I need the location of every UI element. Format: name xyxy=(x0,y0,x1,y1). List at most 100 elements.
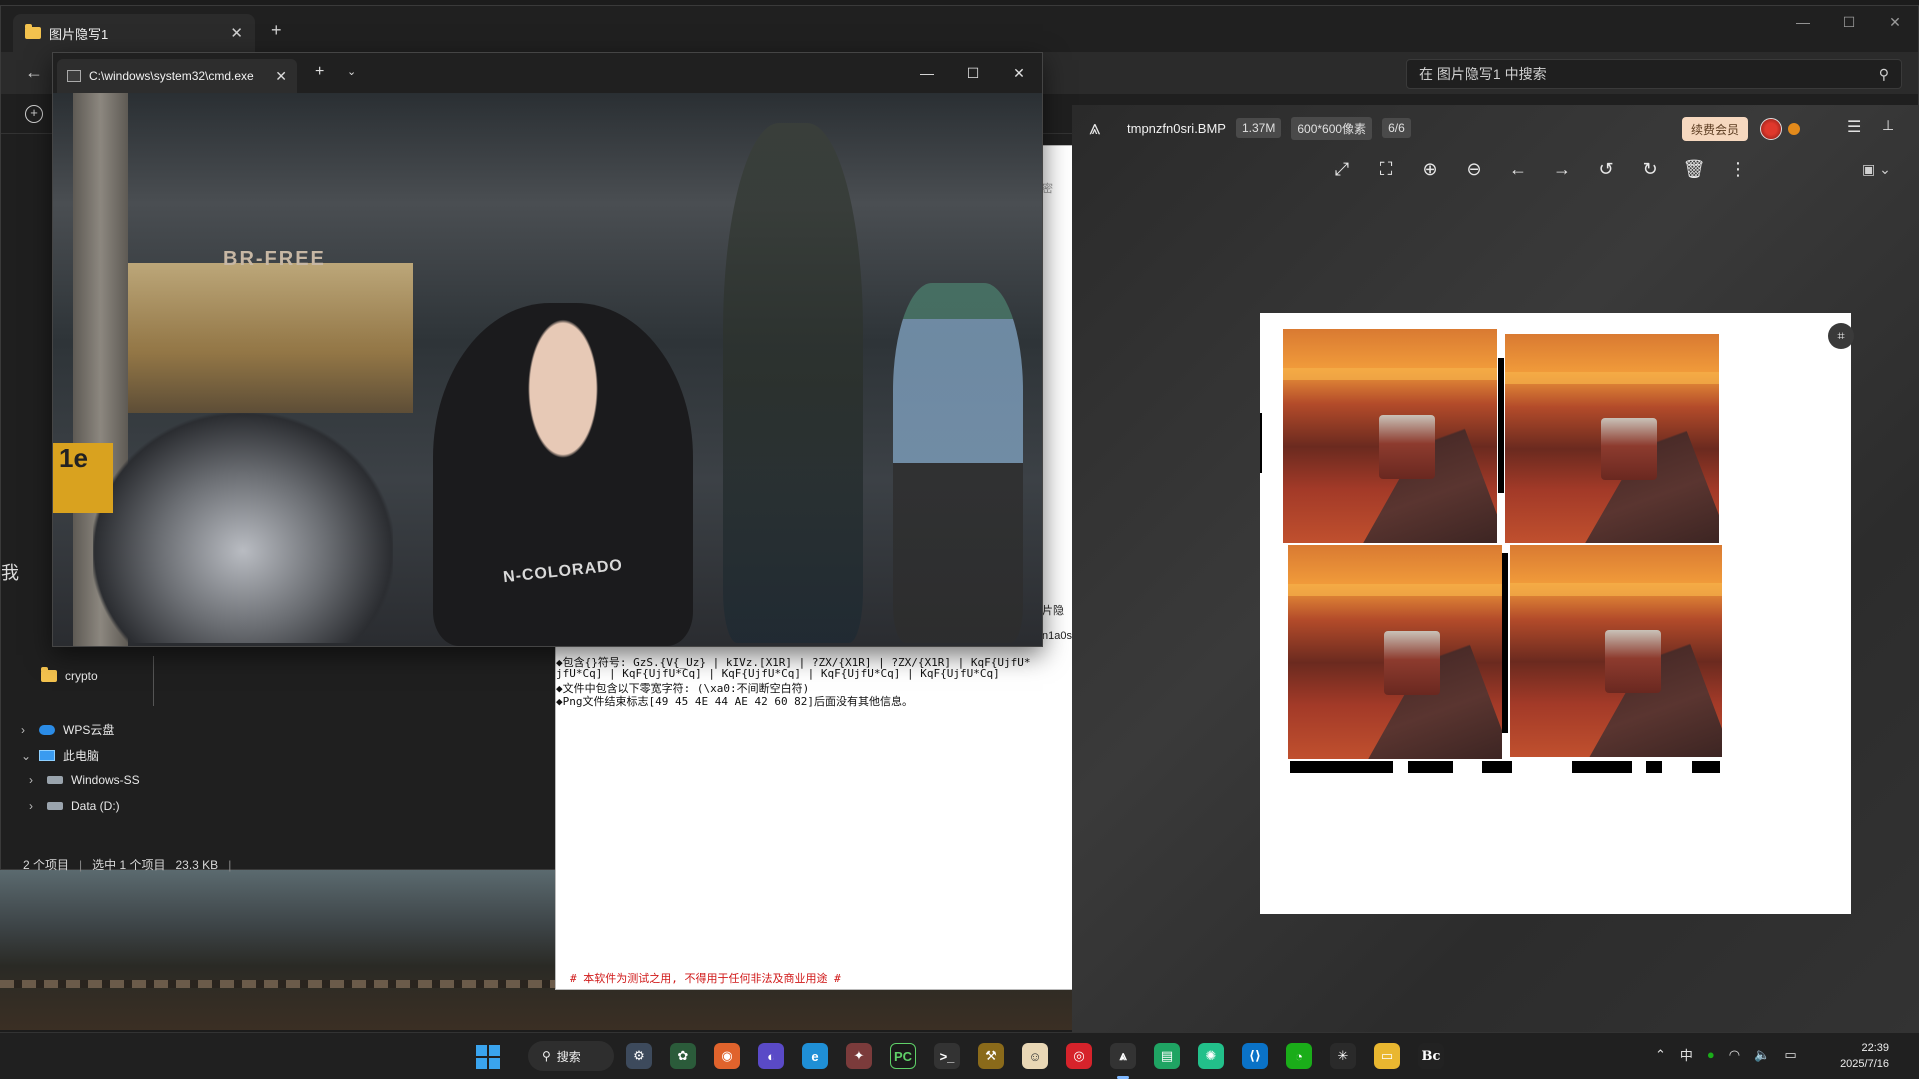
wechat-tray-icon[interactable]: ● xyxy=(1707,1047,1715,1062)
explorer-window-controls: — ☐ ✕ xyxy=(1780,6,1918,38)
explorer-tab[interactable]: 图片隐写1 ✕ xyxy=(13,14,255,52)
coin-icon[interactable] xyxy=(1788,123,1800,135)
viewer-filename: tmpnzfn0sri.BMP xyxy=(1127,120,1226,136)
cloud-icon xyxy=(39,724,55,735)
app-icon-pycharm-alt[interactable]: ✿ xyxy=(670,1043,696,1069)
minimize-button[interactable]: — xyxy=(904,53,950,93)
viewer-logo-icon: ⩓ xyxy=(1089,116,1101,139)
menu-icon[interactable]: ☰ xyxy=(1847,117,1861,137)
chevron-right-icon[interactable]: › xyxy=(29,799,39,813)
battery-icon[interactable]: ▭ xyxy=(1784,1047,1796,1063)
terminal-window-controls: — ☐ ✕ xyxy=(904,53,1042,93)
close-button[interactable]: ✕ xyxy=(1872,6,1918,38)
chevron-right-icon[interactable]: › xyxy=(21,723,31,737)
chevron-right-icon[interactable]: › xyxy=(29,773,39,787)
taskbar-search[interactable]: ⚲ 搜索 xyxy=(528,1041,614,1071)
search-icon: ⚲ xyxy=(542,1049,551,1063)
explorer-search-input[interactable]: 在 图片隐写1 中搜索 ⚲ xyxy=(1406,59,1902,89)
folder-icon xyxy=(41,667,57,682)
system-tray: ⌃ 中 ● ◠ 🔈 ▭ xyxy=(1655,1045,1797,1064)
viewer-filesize: 1.37M xyxy=(1235,118,1282,138)
taskbar-search-label: 搜索 xyxy=(556,1049,581,1064)
maximize-button[interactable]: ☐ xyxy=(1826,6,1872,38)
app-icon-bc[interactable]: Bc xyxy=(1418,1043,1444,1069)
previous-arrow-icon[interactable]: ← xyxy=(1506,157,1530,181)
pane-divider[interactable] xyxy=(153,656,154,706)
edge-icon[interactable]: e xyxy=(802,1043,828,1069)
close-tab-icon[interactable]: ✕ xyxy=(230,24,243,42)
terminal-titlebar: C:\windows\system32\cmd.exe ✕ + ⌄ — ☐ ✕ xyxy=(53,53,1042,93)
chevron-up-icon[interactable]: ⌃ xyxy=(1655,1047,1666,1063)
nav-label-crypto: crypto xyxy=(65,669,98,683)
pycharm-icon[interactable]: PC xyxy=(890,1043,916,1069)
chevron-down-icon[interactable]: ⌄ xyxy=(21,749,31,763)
file-explorer-icon[interactable]: ▭ xyxy=(1374,1043,1400,1069)
netease-music-icon[interactable]: ◎ xyxy=(1066,1043,1092,1069)
vscode-icon[interactable]: ⟨⟩ xyxy=(1242,1043,1268,1069)
taskbar-clock[interactable]: 22:39 2025/7/16 xyxy=(1840,1040,1889,1072)
more-icon[interactable]: ⋮ xyxy=(1726,157,1750,181)
chevron-down-icon[interactable]: ⌄ xyxy=(347,65,356,78)
wifi-icon[interactable]: ◠ xyxy=(1729,1047,1740,1063)
app-icon-tools[interactable]: ⚒ xyxy=(978,1043,1004,1069)
partial-label: 片隐 xyxy=(1042,605,1064,617)
folder-icon xyxy=(25,24,41,39)
scan-icon[interactable]: ⌗ xyxy=(1828,323,1854,349)
fullscreen-icon[interactable]: ⤢ xyxy=(1330,157,1354,181)
terminal-icon xyxy=(67,70,81,82)
rotate-left-icon[interactable]: ↺ xyxy=(1594,157,1618,181)
new-item-icon[interactable]: + xyxy=(25,105,43,123)
new-tab-button[interactable]: + xyxy=(315,63,324,81)
app-icon-settings[interactable]: ⚙ xyxy=(626,1043,652,1069)
nav-item-windows[interactable]: › Windows-SS xyxy=(29,773,140,787)
computer-icon xyxy=(39,750,55,761)
cmd-output-line: jfU*Cq] | KqF{UjfU*Cq] | KqF{UjfU*Cq] | … xyxy=(556,667,1000,680)
new-tab-button[interactable]: + xyxy=(271,20,282,41)
rotate-right-icon[interactable]: ↻ xyxy=(1638,157,1662,181)
taskbar: ⚲ 搜索 ⚙ ✿ ◉ ◐ e ✦ PC >_ ⚒ ☺ ◎ ⩓ ▤ ✺ ⟨⟩ ◔ … xyxy=(0,1032,1919,1079)
zoom-out-icon[interactable]: ⊖ xyxy=(1462,157,1486,181)
maximize-button[interactable]: ☐ xyxy=(950,53,996,93)
image-tile xyxy=(1510,545,1722,757)
app-icon-chatgpt[interactable]: ✺ xyxy=(1198,1043,1224,1069)
vip-renew-button[interactable]: 续费会员 xyxy=(1682,117,1748,141)
app-icon-document[interactable]: ▤ xyxy=(1154,1043,1180,1069)
wechat-icon[interactable]: ◔ xyxy=(1286,1043,1312,1069)
nav-label-windows: Windows-SS xyxy=(71,773,140,787)
nav-item-data-d[interactable]: › Data (D:) xyxy=(29,799,120,813)
close-tab-icon[interactable]: ✕ xyxy=(275,68,287,85)
pin-icon[interactable]: ⊥ xyxy=(1882,117,1894,134)
terminal-icon[interactable]: >_ xyxy=(934,1043,960,1069)
image-options-icon[interactable]: ▣ ⌄ xyxy=(1862,161,1891,178)
fit-window-icon[interactable]: ⛶ xyxy=(1374,157,1398,181)
input-language[interactable]: 中 xyxy=(1680,1045,1693,1064)
start-button[interactable] xyxy=(476,1045,500,1069)
volume-icon[interactable]: 🔈 xyxy=(1754,1047,1770,1063)
firefox-icon[interactable]: ◉ xyxy=(714,1043,740,1069)
drive-icon xyxy=(47,802,63,810)
nav-item-this-pc[interactable]: ⌄ 此电脑 xyxy=(21,747,99,764)
search-icon[interactable]: ⚲ xyxy=(1879,66,1889,83)
viewer-toolbar: ⤢ ⛶ ⊕ ⊖ ← → ↺ ↻ 🗑 ⋮ xyxy=(1330,157,1750,181)
nav-label-wps: WPS云盘 xyxy=(63,723,115,737)
back-arrow-icon[interactable]: ← xyxy=(25,62,43,83)
app-icon-star[interactable]: ✳ xyxy=(1330,1043,1356,1069)
disclaimer-text: # 本软件为测试之用, 不得用于任何非法及商业用途 # xyxy=(570,972,841,985)
close-button[interactable]: ✕ xyxy=(996,53,1042,93)
search-placeholder: 在 图片隐写1 中搜索 xyxy=(1419,66,1547,82)
avatar[interactable] xyxy=(1760,118,1782,140)
status-selected: 选中 1 个项目 xyxy=(92,858,166,872)
app-icon-pet[interactable]: ☺ xyxy=(1022,1043,1048,1069)
delete-icon[interactable]: 🗑 xyxy=(1682,157,1706,181)
next-arrow-icon[interactable]: → xyxy=(1550,157,1574,181)
app-icon-game[interactable]: ✦ xyxy=(846,1043,872,1069)
explorer-tab-title: 图片隐写1 xyxy=(49,26,109,42)
app-icon-assistant[interactable]: ◐ xyxy=(758,1043,784,1069)
minimize-button[interactable]: — xyxy=(1780,6,1826,38)
nav-item-wps[interactable]: › WPS云盘 xyxy=(21,721,114,738)
image-viewer-icon[interactable]: ⩓ xyxy=(1110,1043,1136,1069)
nav-item-crypto[interactable]: crypto xyxy=(41,667,98,683)
zoom-in-icon[interactable]: ⊕ xyxy=(1418,157,1442,181)
terminal-tab[interactable]: C:\windows\system32\cmd.exe ✕ xyxy=(57,59,297,93)
clock-date: 2025/7/16 xyxy=(1840,1058,1889,1070)
